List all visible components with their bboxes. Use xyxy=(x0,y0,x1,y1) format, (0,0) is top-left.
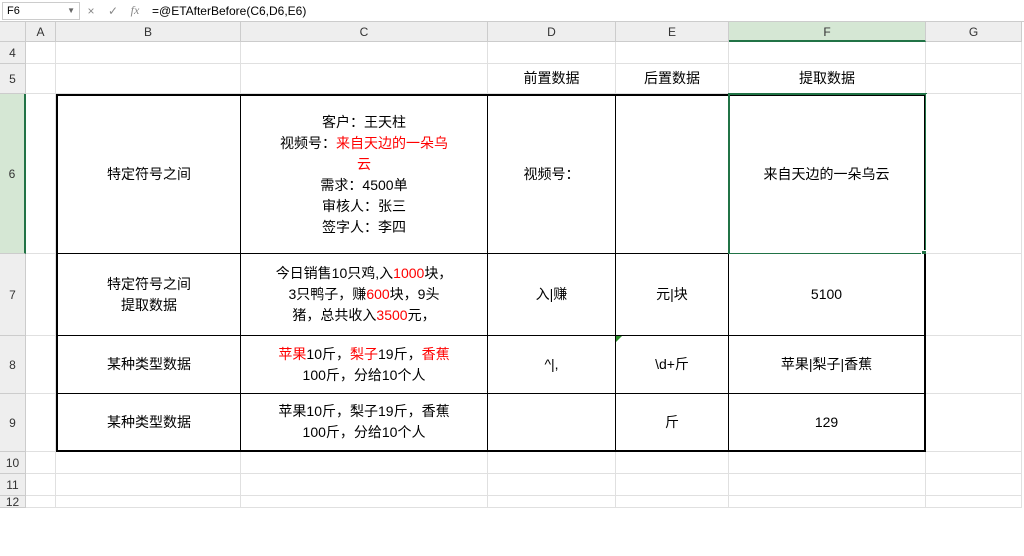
cell-D10[interactable] xyxy=(488,452,616,474)
col-header-A[interactable]: A xyxy=(26,22,56,42)
cell-A5[interactable] xyxy=(26,64,56,94)
cell-E8[interactable]: \d+斤 xyxy=(616,336,729,394)
cell-D12[interactable] xyxy=(488,496,616,508)
error-indicator-icon xyxy=(616,336,622,342)
cell-F4[interactable] xyxy=(729,42,926,64)
cell-C8[interactable]: 苹果10斤，梨子19斤，香蕉100斤，分给10个人 xyxy=(241,336,488,394)
cell-C7[interactable]: 今日销售10只鸡,入1000块，3只鸭子，赚600块，9头猪，总共收入3500元… xyxy=(241,254,488,336)
cell-E10[interactable] xyxy=(616,452,729,474)
cell-D8[interactable]: ^|, xyxy=(488,336,616,394)
cell-C4[interactable] xyxy=(241,42,488,64)
cell-B9[interactable]: 某种类型数据 xyxy=(56,394,241,452)
formula-bar: F6 ▼ × ✓ fx =@ETAfterBefore(C6,D6,E6) xyxy=(0,0,1024,22)
cell-D7[interactable]: 入|赚 xyxy=(488,254,616,336)
formula-cancel-icon[interactable]: × xyxy=(80,4,102,18)
row-header-12[interactable]: 12 xyxy=(0,496,26,508)
cell-A12[interactable] xyxy=(26,496,56,508)
cell-F6[interactable]: 来自天边的一朵乌云 xyxy=(729,94,926,254)
cell-D9[interactable] xyxy=(488,394,616,452)
cell-A10[interactable] xyxy=(26,452,56,474)
grid[interactable]: 前置数据后置数据提取数据特定符号之间客户：王天柱视频号：来自天边的一朵乌云需求：… xyxy=(26,42,1022,508)
cell-B12[interactable] xyxy=(56,496,241,508)
chevron-down-icon[interactable]: ▼ xyxy=(67,6,75,15)
row-header-11[interactable]: 11 xyxy=(0,474,26,496)
name-box-value: F6 xyxy=(7,5,20,17)
cell-G11[interactable] xyxy=(926,474,1022,496)
cell-B4[interactable] xyxy=(56,42,241,64)
cell-A9[interactable] xyxy=(26,394,56,452)
cell-E9[interactable]: 斤 xyxy=(616,394,729,452)
cell-B11[interactable] xyxy=(56,474,241,496)
cell-E11[interactable] xyxy=(616,474,729,496)
cell-E7[interactable]: 元|块 xyxy=(616,254,729,336)
cell-E5[interactable]: 后置数据 xyxy=(616,64,729,94)
cell-D4[interactable] xyxy=(488,42,616,64)
row-header-9[interactable]: 9 xyxy=(0,394,26,452)
formula-confirm-icon[interactable]: ✓ xyxy=(102,4,124,18)
cell-C6[interactable]: 客户：王天柱视频号：来自天边的一朵乌云需求：4500单审核人：张三签字人：李四 xyxy=(241,94,488,254)
cell-D11[interactable] xyxy=(488,474,616,496)
row-header-5[interactable]: 5 xyxy=(0,64,26,94)
cell-A4[interactable] xyxy=(26,42,56,64)
col-header-G[interactable]: G xyxy=(926,22,1022,42)
cell-E6[interactable] xyxy=(616,94,729,254)
cell-G12[interactable] xyxy=(926,496,1022,508)
cell-F5[interactable]: 提取数据 xyxy=(729,64,926,94)
cell-C9[interactable]: 苹果10斤，梨子19斤，香蕉100斤，分给10个人 xyxy=(241,394,488,452)
cell-F10[interactable] xyxy=(729,452,926,474)
row-header-4[interactable]: 4 xyxy=(0,42,26,64)
column-headers: ABCDEFG xyxy=(26,22,1022,42)
cell-C5[interactable] xyxy=(241,64,488,94)
col-header-C[interactable]: C xyxy=(241,22,488,42)
cell-G4[interactable] xyxy=(926,42,1022,64)
cell-B8[interactable]: 某种类型数据 xyxy=(56,336,241,394)
cell-B10[interactable] xyxy=(56,452,241,474)
row-header-10[interactable]: 10 xyxy=(0,452,26,474)
row-header-6[interactable]: 6 xyxy=(0,94,26,254)
cell-B7[interactable]: 特定符号之间提取数据 xyxy=(56,254,241,336)
name-box[interactable]: F6 ▼ xyxy=(2,2,80,20)
formula-input[interactable]: =@ETAfterBefore(C6,D6,E6) xyxy=(146,0,1024,21)
cell-G8[interactable] xyxy=(926,336,1022,394)
cell-D6[interactable]: 视频号： xyxy=(488,94,616,254)
row-header-8[interactable]: 8 xyxy=(0,336,26,394)
cell-E4[interactable] xyxy=(616,42,729,64)
cell-B6[interactable]: 特定符号之间 xyxy=(56,94,241,254)
cell-A6[interactable] xyxy=(26,94,56,254)
fx-icon[interactable]: fx xyxy=(124,3,146,18)
cell-A11[interactable] xyxy=(26,474,56,496)
cell-G6[interactable] xyxy=(926,94,1022,254)
col-header-B[interactable]: B xyxy=(56,22,241,42)
cell-F9[interactable]: 129 xyxy=(729,394,926,452)
cell-F11[interactable] xyxy=(729,474,926,496)
col-header-D[interactable]: D xyxy=(488,22,616,42)
cell-E12[interactable] xyxy=(616,496,729,508)
cell-F8[interactable]: 苹果|梨子|香蕉 xyxy=(729,336,926,394)
cell-A7[interactable] xyxy=(26,254,56,336)
cell-A8[interactable] xyxy=(26,336,56,394)
row-headers: 456789101112 xyxy=(0,42,26,508)
cell-G7[interactable] xyxy=(926,254,1022,336)
cell-F12[interactable] xyxy=(729,496,926,508)
cell-G5[interactable] xyxy=(926,64,1022,94)
cell-G10[interactable] xyxy=(926,452,1022,474)
select-all-corner[interactable] xyxy=(0,22,26,42)
cell-D5[interactable]: 前置数据 xyxy=(488,64,616,94)
col-header-E[interactable]: E xyxy=(616,22,729,42)
cell-F7[interactable]: 5100 xyxy=(729,254,926,336)
cell-B5[interactable] xyxy=(56,64,241,94)
cell-C10[interactable] xyxy=(241,452,488,474)
cell-C12[interactable] xyxy=(241,496,488,508)
row-header-7[interactable]: 7 xyxy=(0,254,26,336)
cell-C11[interactable] xyxy=(241,474,488,496)
cell-G9[interactable] xyxy=(926,394,1022,452)
col-header-F[interactable]: F xyxy=(729,22,926,42)
